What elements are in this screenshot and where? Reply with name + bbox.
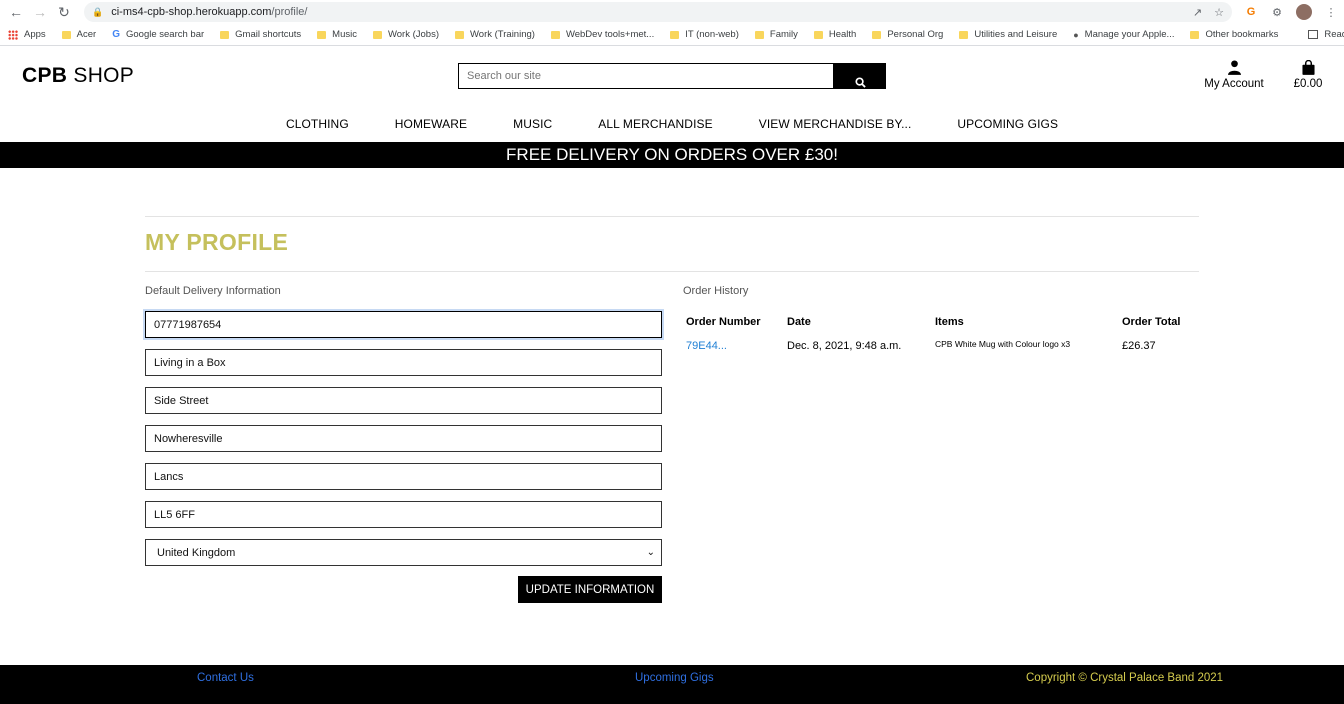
- bookmark-other-bookmarks[interactable]: Other bookmarks: [1190, 29, 1278, 40]
- google-icon: G: [112, 29, 120, 40]
- bookmark-personal-org[interactable]: Personal Org: [872, 29, 943, 40]
- reading-list-icon: [1308, 30, 1319, 39]
- my-account-link[interactable]: My Account: [1204, 60, 1264, 90]
- column-header: Order Total: [1122, 316, 1181, 328]
- bookmark-gmail-shortcuts[interactable]: Gmail shortcuts: [220, 29, 301, 40]
- profile-page: MY PROFILE Default Delivery Information …: [0, 168, 1344, 664]
- forward-arrow-icon[interactable]: →: [30, 2, 50, 22]
- bag-total: £0.00: [1293, 78, 1323, 90]
- nav-music[interactable]: MUSIC: [513, 117, 552, 131]
- nav-view-merchandise-by[interactable]: VIEW MERCHANDISE BY...: [759, 117, 912, 131]
- chevron-down-icon: ⌄: [646, 547, 655, 558]
- order-items: CPB White Mug with Colour logo x3: [935, 339, 1071, 349]
- user-icon: [1227, 60, 1241, 75]
- reading-list[interactable]: Reading list: [1308, 29, 1344, 40]
- site-logo[interactable]: CPB SHOP: [22, 64, 134, 88]
- nav-homeware[interactable]: HOMEWARE: [395, 117, 467, 131]
- column-header: Items: [935, 316, 964, 328]
- lock-icon: 🔒: [92, 6, 104, 17]
- folder-icon: [455, 30, 464, 39]
- profile-avatar[interactable]: [1296, 4, 1312, 20]
- bookmarks-bar: Apps Acer G Google search bar Gmail short…: [0, 24, 1344, 46]
- order-number-link[interactable]: 79E44...: [686, 340, 727, 352]
- address-line2-field[interactable]: Side Street: [145, 387, 662, 414]
- folder-icon: [670, 30, 680, 39]
- bookmark-acer[interactable]: Acer: [61, 29, 96, 40]
- bookmark-webdev-tools[interactable]: WebDev tools+met...: [550, 29, 654, 40]
- bookmark-manage-apple[interactable]: ● Manage your Apple...: [1073, 29, 1174, 40]
- column-header: Date: [787, 316, 811, 328]
- apps-grid-icon: [8, 29, 18, 40]
- update-information-button[interactable]: UPDATE INFORMATION: [518, 576, 662, 603]
- bookmark-health[interactable]: Health: [813, 29, 856, 40]
- bookmark-google-search[interactable]: G Google search bar: [112, 29, 204, 40]
- folder-icon: [872, 30, 882, 39]
- bookmark-music[interactable]: Music: [317, 29, 357, 40]
- kebab-menu-icon[interactable]: ⋮: [1324, 5, 1338, 19]
- county-field[interactable]: Lancs: [145, 463, 662, 490]
- share-icon[interactable]: ↗: [1193, 6, 1202, 19]
- country-value: United Kingdom: [157, 546, 236, 559]
- contact-us-link[interactable]: Contact Us: [197, 672, 254, 684]
- delivery-info-label: Default Delivery Information: [145, 285, 281, 297]
- bookmark-family[interactable]: Family: [754, 29, 798, 40]
- grammarly-extension-icon[interactable]: G: [1244, 5, 1258, 19]
- folder-icon: [550, 30, 560, 39]
- folder-icon: [1190, 30, 1200, 39]
- main-nav: CLOTHING HOMEWARE MUSIC ALL MERCHANDISE …: [0, 117, 1344, 131]
- upcoming-gigs-link[interactable]: Upcoming Gigs: [635, 672, 714, 684]
- column-header: Order Number: [686, 316, 761, 328]
- search-input[interactable]: [458, 63, 834, 89]
- folder-icon: [220, 30, 230, 39]
- shopping-bag-link[interactable]: £0.00: [1292, 60, 1324, 90]
- shopping-bag-icon: [1301, 60, 1315, 75]
- folder-icon: [372, 30, 382, 39]
- bookmark-it-non-web[interactable]: IT (non-web): [670, 29, 739, 40]
- nav-upcoming-gigs[interactable]: UPCOMING GIGS: [957, 117, 1058, 131]
- address-line1-field[interactable]: Living in a Box: [145, 349, 662, 376]
- order-history-label: Order History: [683, 285, 749, 297]
- search-icon: [854, 77, 866, 88]
- order-total: £26.37: [1122, 340, 1156, 352]
- puzzle-extensions-icon[interactable]: ⚙: [1270, 5, 1284, 19]
- browser-toolbar: ← → ↻ 🔒 ci-ms4-cpb-shop.herokuapp.com/pr…: [0, 0, 1344, 24]
- bookmark-work-training[interactable]: Work (Training): [455, 29, 535, 40]
- site-footer: Contact Us Upcoming Gigs Copyright © Cry…: [0, 665, 1344, 704]
- search-button[interactable]: [834, 63, 886, 89]
- phone-field[interactable]: 07771987654: [145, 311, 662, 338]
- apple-icon: ●: [1073, 29, 1079, 40]
- folder-icon: [754, 30, 764, 39]
- nav-clothing[interactable]: CLOTHING: [286, 117, 349, 131]
- star-icon[interactable]: ☆: [1214, 6, 1224, 19]
- town-field[interactable]: Nowheresville: [145, 425, 662, 452]
- search-form: [458, 63, 886, 89]
- folder-icon: [813, 30, 823, 39]
- delivery-banner: FREE DELIVERY ON ORDERS OVER £30!: [0, 142, 1344, 168]
- url-path: /profile/: [271, 6, 308, 18]
- url-host: ci-ms4-cpb-shop.herokuapp.com: [111, 6, 272, 18]
- folder-icon: [959, 30, 969, 39]
- divider: [145, 271, 1199, 272]
- back-arrow-icon[interactable]: ←: [6, 2, 26, 22]
- account-label: My Account: [1204, 78, 1264, 90]
- country-select[interactable]: United Kingdom ⌄: [145, 539, 662, 566]
- postcode-field[interactable]: LL5 6FF: [145, 501, 662, 528]
- bookmark-utilities-leisure[interactable]: Utilities and Leisure: [959, 29, 1057, 40]
- bookmark-work-jobs[interactable]: Work (Jobs): [372, 29, 439, 40]
- site-header: CPB SHOP My Account £0.00 CLOTHING HOMEW…: [0, 46, 1344, 142]
- folder-icon: [317, 30, 327, 39]
- folder-icon: [61, 30, 71, 39]
- nav-all-merchandise[interactable]: ALL MERCHANDISE: [598, 117, 712, 131]
- order-date: Dec. 8, 2021, 9:48 a.m.: [787, 340, 902, 352]
- address-bar[interactable]: 🔒 ci-ms4-cpb-shop.herokuapp.com/profile/…: [84, 2, 1232, 22]
- page-title: MY PROFILE: [145, 229, 289, 255]
- reload-icon[interactable]: ↻: [54, 2, 74, 22]
- bookmark-apps[interactable]: Apps: [8, 29, 46, 40]
- divider: [145, 216, 1199, 217]
- copyright-text: Copyright © Crystal Palace Band 2021: [1026, 672, 1224, 684]
